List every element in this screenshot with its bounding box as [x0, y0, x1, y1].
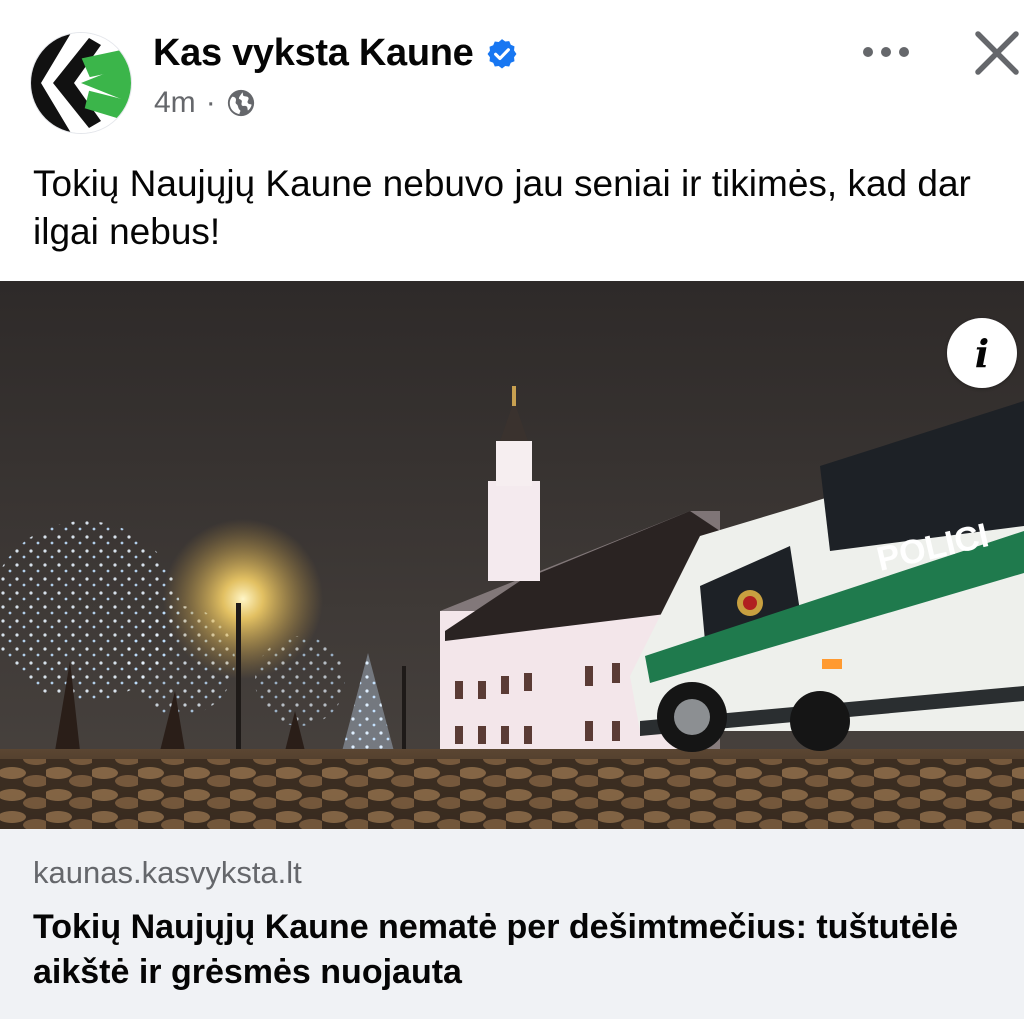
page-logo — [31, 33, 131, 133]
page-name[interactable]: Kas vyksta Kaune — [153, 32, 474, 75]
post-caption: Tokių Naujųjų Kaune nebuvo jau seniai ir… — [33, 163, 971, 252]
page-avatar[interactable] — [31, 33, 131, 133]
post-photo[interactable]: POLICI — [0, 281, 1024, 829]
post-header: Kas vyksta Kaune 4m · — [0, 0, 1024, 150]
meta-separator: · — [205, 86, 216, 119]
post-meta: 4m · — [154, 86, 256, 120]
night-square-photo: POLICI — [0, 281, 1024, 829]
more-horizontal-icon — [863, 47, 909, 57]
globe-icon — [226, 88, 256, 118]
author-row: Kas vyksta Kaune — [153, 32, 519, 75]
close-icon — [975, 31, 1019, 75]
close-post-button[interactable] — [968, 24, 1024, 82]
link-title: Tokių Naujųjų Kaune nematė per dešimtmeč… — [33, 908, 959, 991]
more-options-button[interactable] — [856, 30, 916, 74]
post-time[interactable]: 4m — [154, 86, 196, 120]
link-preview[interactable]: kaunas.kasvyksta.lt Tokių Naujųjų Kaune … — [0, 829, 1024, 1019]
info-button[interactable]: i — [947, 318, 1017, 388]
verified-badge-icon — [485, 37, 519, 71]
info-icon: i — [974, 330, 990, 376]
link-domain: kaunas.kasvyksta.lt — [33, 855, 302, 890]
